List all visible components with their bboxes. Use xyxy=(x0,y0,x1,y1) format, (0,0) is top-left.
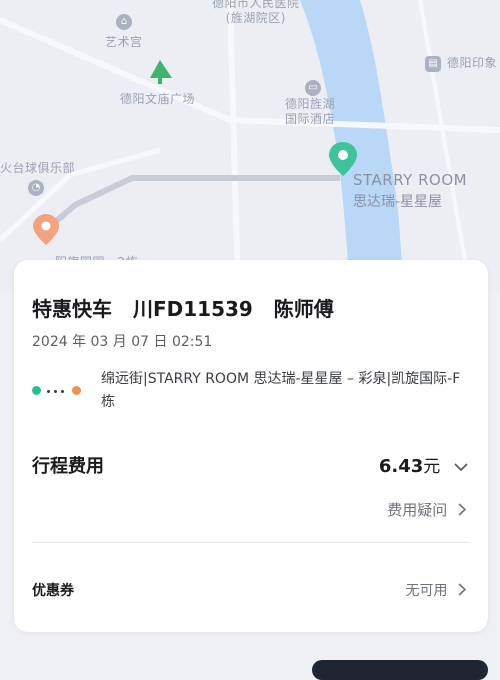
fee-unit: 元 xyxy=(423,457,441,477)
driver-name: 陈师傅 xyxy=(273,297,334,321)
map-label-print: 德阳印象 xyxy=(447,56,498,70)
route-description: 绵远街|STARRY ROOM 思达瑞-星星屋 – 彩泉|凯旋国际-F栋 xyxy=(101,371,461,410)
start-pin-icon[interactable] xyxy=(33,214,59,250)
club-icon: ◔ xyxy=(28,180,44,196)
start-dot xyxy=(32,386,41,395)
building-icon: ⌂ xyxy=(116,14,132,30)
end-dot xyxy=(72,386,81,395)
fee-query-link[interactable]: 费用疑问 xyxy=(387,499,466,520)
fee-amount-toggle[interactable]: 6.43元 xyxy=(379,452,468,477)
chevron-right-icon xyxy=(458,583,466,596)
trip-header: 特惠快车 川FD11539 陈师傅 xyxy=(32,293,348,322)
map-label-wenmiao: 德阳文庙广场 xyxy=(120,92,196,106)
destination-subtitle: 思达瑞-星星屋 xyxy=(353,194,443,210)
map-label-art-palace: 艺术宫 xyxy=(105,35,143,49)
divider xyxy=(32,542,470,543)
map-view[interactable]: 德阳市人民医院 (旌湖院区) ⌂ 艺术宫 德阳文庙广场 ▭ 德阳旌湖 国际酒店 … xyxy=(0,0,500,290)
fee-label: 行程费用 xyxy=(32,456,104,477)
fee-amount: 6.43 xyxy=(378,456,424,477)
service-type: 特惠快车 xyxy=(32,297,112,321)
hotel-icon: ▭ xyxy=(305,80,321,96)
map-label-hotel: 德阳旌湖 国际酒店 xyxy=(285,97,336,126)
chevron-right-icon xyxy=(458,503,466,516)
bottom-action-button[interactable] xyxy=(312,660,488,680)
coupon-row-link[interactable]: 无可用 xyxy=(406,580,466,600)
coupon-value: 无可用 xyxy=(405,583,448,599)
destination-title: STARRY ROOM xyxy=(353,171,468,189)
map-label-hospital: 德阳市人民医院 (旌湖院区) xyxy=(212,0,300,25)
trip-detail-card: 特惠快车 川FD11539 陈师傅 2024 年 03 月 07 日 02:51… xyxy=(14,260,488,632)
shop-icon: ▤ xyxy=(425,56,441,72)
coupon-label: 优惠券 xyxy=(32,583,74,599)
license-plate: 川FD11539 xyxy=(132,297,253,321)
trip-datetime: 2024 年 03 月 07 日 02:51 xyxy=(32,334,213,350)
map-label-club: 火台球俱乐部 xyxy=(0,161,76,175)
route-indicator xyxy=(32,386,84,396)
fee-query-label: 费用疑问 xyxy=(387,501,448,519)
chevron-down-icon xyxy=(454,462,468,471)
map-background xyxy=(0,0,500,290)
